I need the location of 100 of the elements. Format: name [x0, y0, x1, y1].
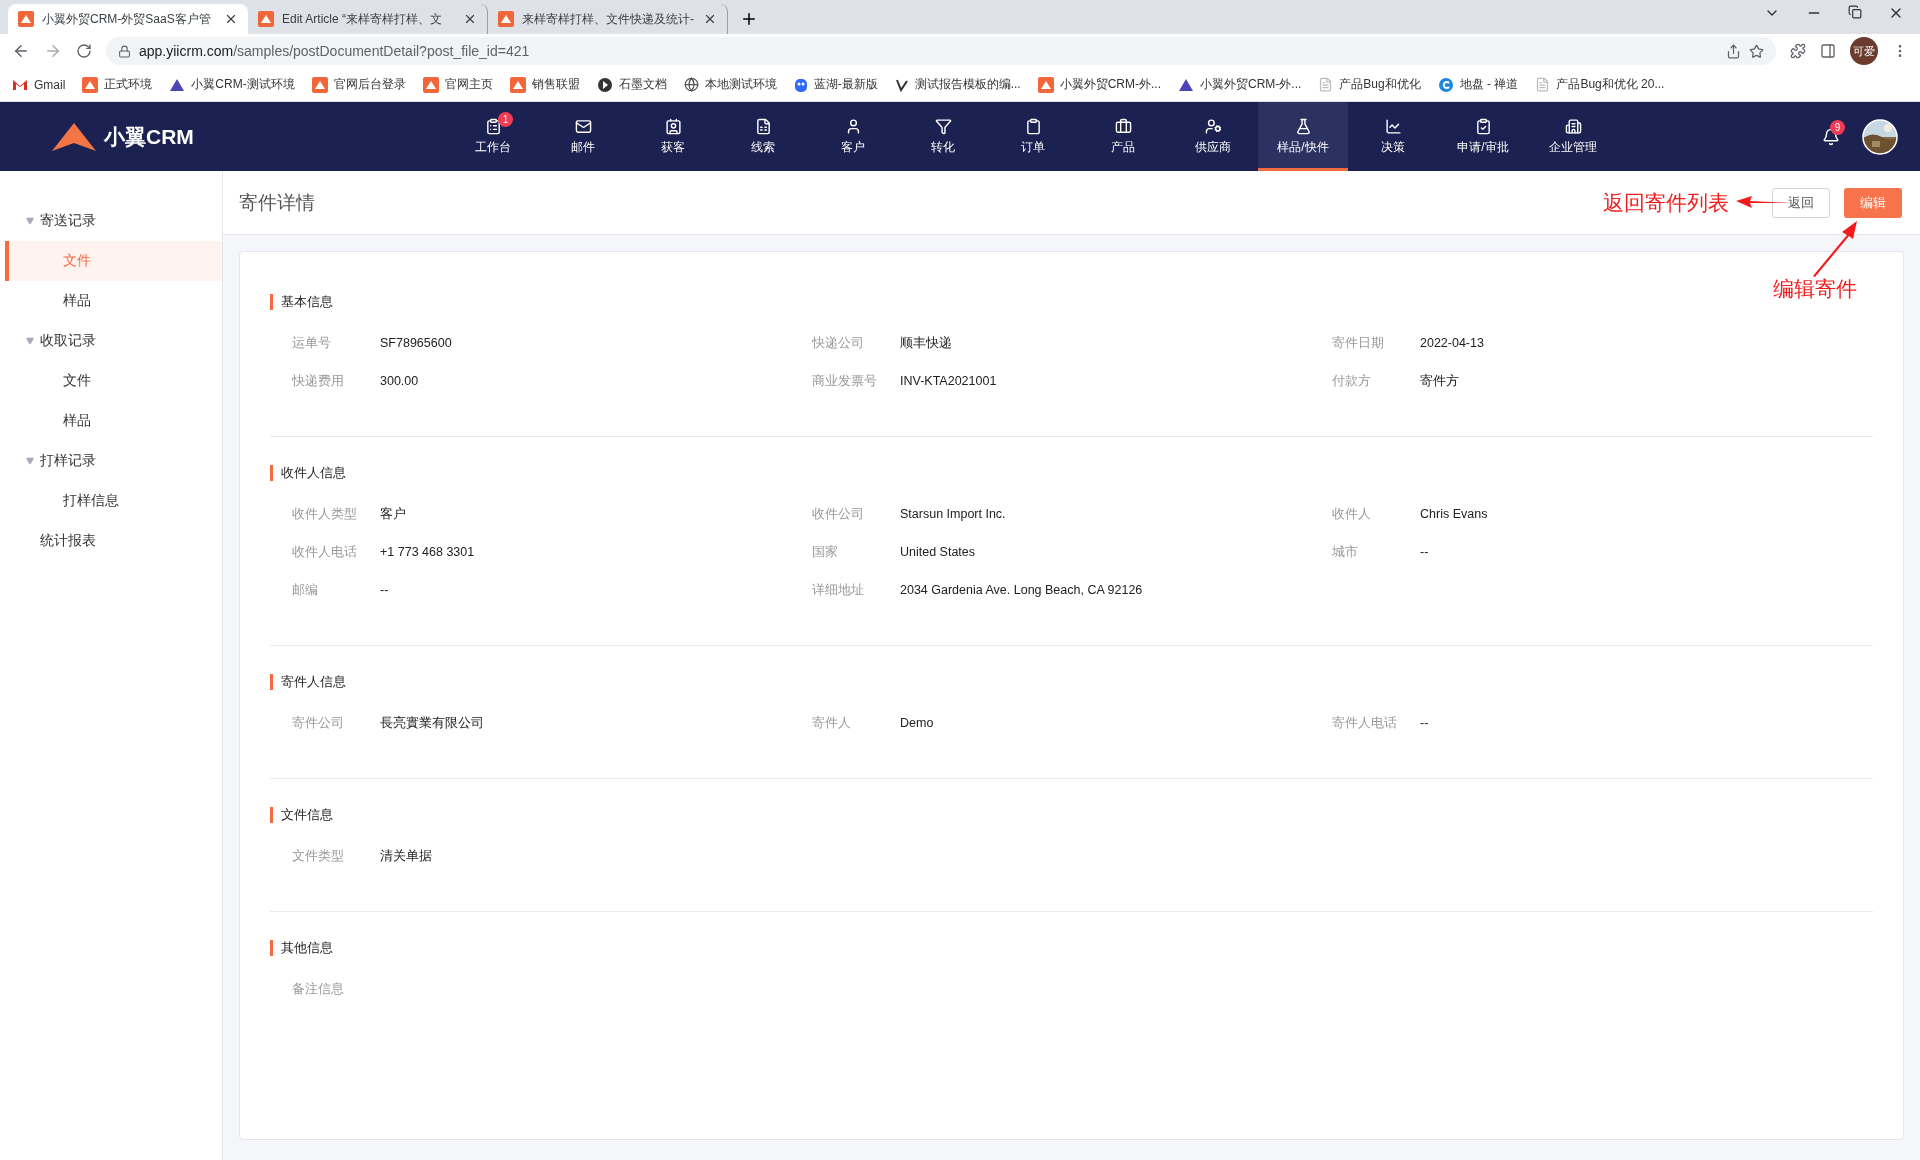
close-icon[interactable] — [703, 12, 717, 26]
back-button[interactable]: 返回 — [1772, 187, 1830, 218]
section-title: 寄件人信息 — [270, 674, 1873, 690]
nav-tab[interactable]: 工作台 1 — [448, 102, 538, 171]
nav-tab[interactable]: 决策 — [1348, 102, 1438, 171]
field-value: Demo — [900, 716, 934, 730]
sidebar-item[interactable]: 文件 — [5, 361, 222, 401]
field-value: 長亮實業有限公司 — [380, 714, 484, 732]
field-value: 清关单据 — [380, 847, 432, 865]
field-label: 寄件日期 — [1332, 334, 1385, 352]
field-value: 寄件方 — [1420, 372, 1459, 390]
bookmark[interactable]: 销售联盟 — [509, 76, 580, 93]
sidebar-item[interactable]: 样品 — [5, 281, 222, 321]
swirl-logo-icon — [1437, 76, 1454, 93]
logo-icon — [82, 76, 99, 93]
address-bar[interactable]: app.yiicrm.com/samples/postDocumentDetail?post_file_id=421 — [106, 37, 1776, 65]
nav-tab[interactable]: 申请/审批 — [1438, 102, 1528, 171]
field-label: 收件人 — [1332, 505, 1372, 523]
briefcase-icon — [1114, 117, 1132, 135]
mail-icon — [574, 117, 592, 135]
field-label: 收件人类型 — [292, 505, 358, 523]
nav-tab[interactable]: 邮件 — [538, 102, 628, 171]
bookmark[interactable]: 测试报告模板的编... — [894, 76, 1021, 93]
field-label: 快递费用 — [292, 372, 345, 390]
field-value: SF78965600 — [380, 336, 452, 350]
contact-card-icon — [664, 117, 682, 135]
field-label: 文件类型 — [292, 847, 345, 865]
field-value: +1 773 468 3301 — [380, 545, 475, 559]
field-label: 付款方 — [1332, 372, 1372, 390]
nav-tab[interactable]: 产品 — [1078, 102, 1168, 171]
chart-icon — [1384, 117, 1402, 135]
logo-icon — [1037, 76, 1054, 93]
field-value: Chris Evans — [1420, 507, 1488, 521]
logo-icon — [258, 11, 274, 27]
nav-tab[interactable]: 客户 — [808, 102, 898, 171]
bookmark[interactable]: 小翼外贸CRM-外... — [1178, 76, 1302, 93]
field-label: 收件公司 — [812, 505, 865, 523]
bookmark[interactable]: 本地测试环境 — [683, 76, 777, 93]
reload-icon[interactable] — [76, 43, 92, 59]
bookmark[interactable]: 石墨文档 — [596, 76, 667, 93]
field-label: 商业发票号 — [812, 372, 878, 390]
bookmark[interactable]: 小翼CRM-测试环境 — [169, 76, 295, 93]
nav-tab[interactable]: 转化 — [898, 102, 988, 171]
mascot-icon — [793, 76, 808, 93]
browser-tab[interactable]: 小翼外贸CRM-外贸SaaS客户管 — [8, 4, 248, 34]
field-value: INV-KTA2021001 — [900, 374, 997, 388]
user-gear-icon — [1204, 117, 1222, 135]
bookmark[interactable]: Gmail — [12, 77, 66, 92]
sidebar-group[interactable]: 收取记录 — [0, 321, 222, 361]
field-value: -- — [1420, 545, 1429, 559]
field-value: 300.00 — [380, 374, 419, 388]
field-label: 快递公司 — [812, 334, 865, 352]
bookmark[interactable]: 官网后台登录 — [311, 76, 406, 93]
field-label: 城市 — [1332, 543, 1359, 561]
field-label: 收件人电话 — [292, 543, 358, 561]
restore-icon[interactable] — [1848, 5, 1862, 19]
field-value: 顺丰快递 — [900, 334, 952, 352]
nav-tab[interactable]: 供应商 — [1168, 102, 1258, 171]
bookmark[interactable]: 正式环境 — [82, 76, 153, 93]
sidebar-group[interactable]: 打样记录 — [0, 441, 222, 481]
side-panel-icon[interactable] — [1820, 43, 1836, 59]
caret-icon — [26, 457, 34, 465]
section-title: 文件信息 — [270, 807, 1873, 823]
field-label: 寄件人电话 — [1332, 714, 1398, 732]
close-icon[interactable] — [463, 12, 477, 26]
nav-tab[interactable]: 订单 — [988, 102, 1078, 171]
bookmark[interactable]: 蓝湖-最新版 — [793, 76, 878, 93]
section-title: 收件人信息 — [270, 465, 1873, 481]
profile-avatar[interactable]: 可爱 — [1850, 37, 1878, 65]
star-icon[interactable] — [1749, 43, 1764, 59]
sidebar-group[interactable]: 寄送记录 — [0, 201, 222, 241]
circle-logo-icon — [596, 76, 613, 93]
nav-tab[interactable]: 获客 — [628, 102, 718, 171]
back-icon[interactable] — [12, 42, 30, 60]
share-icon[interactable] — [1726, 43, 1741, 59]
sidebar-group[interactable]: 统计报表 — [0, 521, 222, 561]
bookmark[interactable]: 产品Bug和优化 — [1318, 76, 1421, 93]
triangle-logo-icon — [169, 77, 186, 92]
nav-tab[interactable]: 样品/快件 — [1258, 102, 1348, 171]
bookmark[interactable]: 官网主页 — [422, 76, 493, 93]
bookmark[interactable]: 小翼外贸CRM-外... — [1037, 76, 1161, 93]
annotation-arrow — [1811, 221, 1859, 277]
nav-tab[interactable]: 企业管理 — [1528, 102, 1618, 171]
sidebar-item[interactable]: 打样信息 — [5, 481, 222, 521]
new-tab-icon[interactable] — [740, 10, 758, 28]
sidebar-item[interactable]: 样品 — [5, 401, 222, 441]
bookmark[interactable]: 产品Bug和优化 20... — [1535, 76, 1665, 93]
section-title: 其他信息 — [270, 940, 1873, 956]
clipboard-icon — [484, 117, 502, 135]
logo-icon — [422, 76, 439, 93]
extensions-icon[interactable] — [1790, 43, 1806, 59]
field-value: Starsun Import Inc. — [900, 507, 1006, 521]
nav-tab[interactable]: 线索 — [718, 102, 808, 171]
field-label: 寄件人 — [812, 714, 852, 732]
bookmark[interactable]: 地盘 - 禅道 — [1437, 76, 1519, 93]
caret-icon — [26, 217, 34, 225]
field-label: 详细地址 — [812, 581, 865, 599]
field-label: 国家 — [812, 543, 839, 561]
page-icon — [1318, 77, 1334, 92]
close-icon[interactable] — [224, 12, 238, 26]
